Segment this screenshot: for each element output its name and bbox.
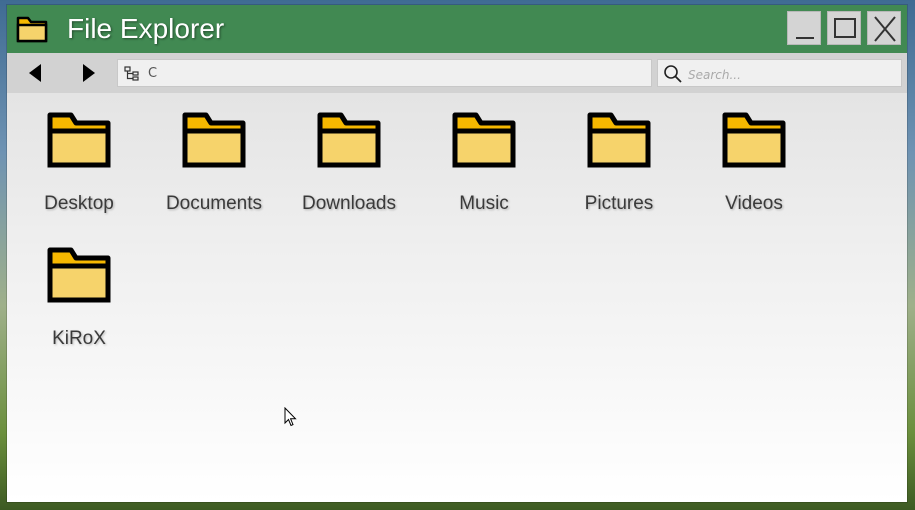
close-icon	[874, 16, 896, 42]
folder-item-pictures[interactable]: Pictures	[559, 93, 679, 214]
folder-item-videos[interactable]: Videos	[694, 93, 814, 214]
folder-label: Pictures	[584, 193, 654, 214]
folder-item-desktop[interactable]: Desktop	[19, 93, 139, 214]
search-box[interactable]	[657, 59, 902, 87]
magnifier-icon	[664, 65, 682, 83]
folder-icon	[452, 112, 516, 168]
folder-label: Videos	[725, 193, 783, 214]
address-path: C	[148, 66, 158, 81]
minimize-button[interactable]	[787, 11, 821, 45]
folder-item-music[interactable]: Music	[424, 93, 544, 214]
mouse-pointer-icon	[284, 407, 297, 427]
back-button[interactable]	[21, 60, 49, 86]
folder-icon	[317, 112, 381, 168]
folder-icon	[587, 112, 651, 168]
folder-item-kirox[interactable]: KiRoX	[19, 228, 139, 349]
folder-label: Documents	[165, 193, 263, 214]
minimize-icon	[796, 37, 814, 39]
maximize-icon	[834, 18, 856, 38]
maximize-button[interactable]	[827, 11, 861, 45]
folder-label: Downloads	[302, 193, 396, 214]
folder-tree-icon	[124, 66, 139, 81]
folder-icon	[47, 112, 111, 168]
triangle-left-icon	[29, 64, 41, 82]
toolbar: C	[7, 53, 907, 93]
folder-icon	[182, 112, 246, 168]
folder-view[interactable]: Desktop Documents Downloads Music Pictur…	[7, 93, 907, 502]
folder-icon	[16, 16, 48, 43]
folder-icon	[722, 112, 786, 168]
address-bar[interactable]: C	[117, 59, 652, 87]
triangle-right-icon	[83, 64, 95, 82]
folder-icon	[47, 247, 111, 303]
close-button[interactable]	[867, 11, 901, 45]
title-bar[interactable]: File Explorer	[7, 5, 907, 53]
forward-button[interactable]	[75, 60, 103, 86]
file-explorer-window: File Explorer C Search... Desktop Docume…	[7, 5, 907, 502]
folder-item-documents[interactable]: Documents	[154, 93, 274, 214]
folder-label: KiRoX	[52, 328, 106, 349]
folder-label: Desktop	[44, 193, 114, 214]
search-input[interactable]	[686, 64, 898, 85]
folder-label: Music	[459, 193, 509, 214]
folder-item-downloads[interactable]: Downloads	[289, 93, 409, 214]
window-title: File Explorer	[67, 13, 225, 44]
